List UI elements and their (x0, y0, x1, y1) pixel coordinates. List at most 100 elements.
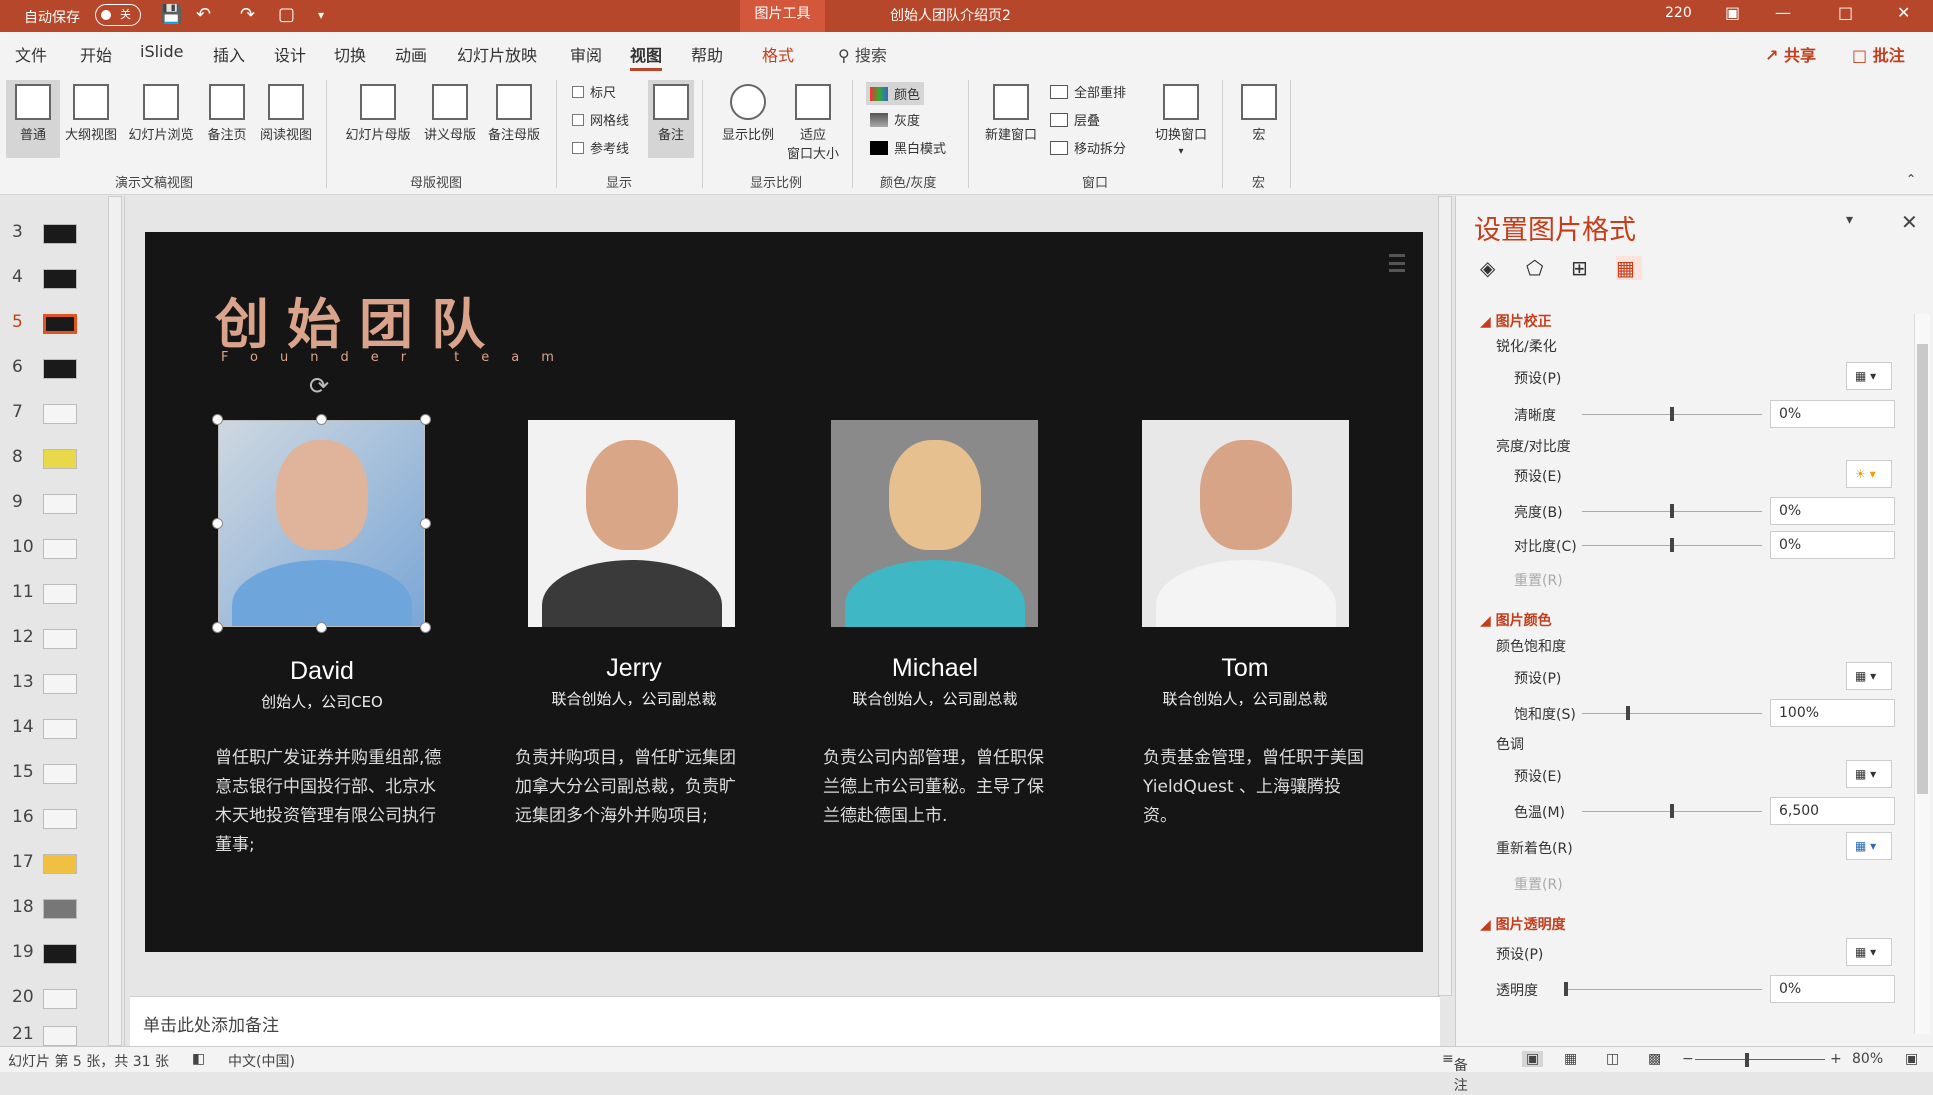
tab-insert[interactable]: 插入 (213, 42, 245, 66)
notes-master-button[interactable]: 备注母版 (482, 80, 546, 158)
pane-options-icon[interactable]: ▾ (1846, 212, 1853, 228)
tab-animations[interactable]: 动画 (395, 42, 427, 66)
zoom-button[interactable]: 显示比例 (714, 80, 782, 158)
transparency-input[interactable]: 0% (1770, 975, 1895, 1003)
brightness-preset-dropdown[interactable]: ☀ ▾ (1846, 460, 1892, 488)
slider-knob[interactable] (1564, 982, 1568, 996)
resize-handle[interactable] (316, 622, 327, 633)
reading-view-icon[interactable]: ◫ (1606, 1051, 1619, 1067)
comments-button[interactable]: □ 批注 (1852, 42, 1905, 66)
grayscale-button[interactable]: 灰度 (870, 110, 920, 129)
guides-checkbox[interactable]: 参考线 (572, 138, 629, 157)
scroll-thumb[interactable] (1917, 344, 1928, 794)
slide-canvas[interactable]: 创始团队 Founder team ⟳ David 创始人，公司CEO 曾任职广… (145, 232, 1423, 952)
minimize-icon[interactable]: — (1775, 3, 1791, 22)
thumbnail-item[interactable]: 6 (0, 347, 110, 387)
person-description[interactable]: 负责并购项目，曾任旷远集团加拿大分公司副总裁，负责旷远集团多个海外并购项目; (515, 744, 745, 831)
zoom-slider-knob[interactable] (1745, 1053, 1749, 1067)
notes-status-button[interactable]: ≡ 备注 (1442, 1051, 1468, 1094)
thumbnail-item[interactable]: 3 (0, 212, 110, 252)
thumbnail-item-current[interactable]: 5 (0, 302, 110, 342)
saturation-input[interactable]: 100% (1770, 699, 1895, 727)
autosave-toggle[interactable]: 关 (95, 4, 141, 26)
resize-handle[interactable] (212, 414, 223, 425)
thumbnail-item[interactable]: 4 (0, 257, 110, 297)
temperature-input[interactable]: 6,500 (1770, 797, 1895, 825)
cascade-button[interactable]: 层叠 (1050, 110, 1100, 129)
transparency-preset-dropdown[interactable]: ▦ ▾ (1846, 938, 1892, 966)
slider-knob[interactable] (1670, 538, 1674, 552)
slider-knob[interactable] (1670, 504, 1674, 518)
thumbnail-item[interactable]: 11 (0, 572, 110, 612)
recolor-dropdown[interactable]: ▦ ▾ (1846, 832, 1892, 860)
thumbnail-item[interactable]: 7 (0, 392, 110, 432)
ruler-checkbox[interactable]: 标尺 (572, 82, 616, 101)
customize-qat-icon[interactable]: ▾ (318, 8, 324, 22)
contrast-input[interactable]: 0% (1770, 531, 1895, 559)
rotate-handle-icon[interactable]: ⟳ (309, 372, 329, 400)
reading-view-button[interactable]: 阅读视图 (254, 80, 318, 158)
normal-view-button[interactable]: 普通 (6, 80, 60, 158)
person-role[interactable]: 联合创始人，公司副总裁 (805, 688, 1065, 709)
clarity-input[interactable]: 0% (1770, 400, 1895, 428)
close-pane-icon[interactable]: ✕ (1901, 210, 1918, 234)
outline-view-button[interactable]: 大纲视图 (60, 80, 122, 158)
person-name[interactable]: Michael (805, 654, 1065, 683)
slide-master-button[interactable]: 幻灯片母版 (338, 80, 418, 158)
accessibility-icon[interactable]: ◧ (192, 1051, 205, 1067)
section-picture-corrections[interactable]: ◢ 图片校正 (1480, 311, 1552, 331)
slideshow-icon[interactable]: ▩ (1648, 1051, 1661, 1067)
tone-preset-dropdown[interactable]: ▦ ▾ (1846, 760, 1892, 788)
redo-icon[interactable]: ↷ (240, 4, 255, 25)
switch-window-button[interactable]: 切换窗口 ▾ (1148, 80, 1214, 172)
close-icon[interactable]: ✕ (1897, 3, 1910, 22)
language-indicator[interactable]: 中文(中国) (228, 1051, 295, 1071)
temperature-slider[interactable] (1582, 804, 1762, 818)
normal-view-icon[interactable]: ▣ (1522, 1051, 1544, 1067)
person-role[interactable]: 创始人，公司CEO (192, 691, 452, 712)
thumbnail-item[interactable]: 21 (0, 1014, 110, 1046)
user-name[interactable]: 220 (1665, 5, 1692, 21)
tab-view[interactable]: 视图 (630, 42, 663, 71)
thumbnail-item[interactable]: 14 (0, 707, 110, 747)
thumbnail-scrollbar[interactable] (108, 196, 122, 1046)
color-button[interactable]: 颜色 (866, 82, 925, 105)
slider-knob[interactable] (1626, 706, 1630, 720)
undo-icon[interactable]: ↶ (196, 4, 211, 25)
gridlines-checkbox[interactable]: 网格线 (572, 110, 629, 129)
slide-sorter-icon[interactable]: ▦ (1564, 1051, 1577, 1067)
founder-photo-tom[interactable] (1142, 420, 1349, 627)
share-button[interactable]: ↗ 共享 (1765, 42, 1816, 66)
notes-pane[interactable]: 单击此处添加备注 (130, 996, 1440, 1046)
saturation-slider[interactable] (1582, 706, 1762, 720)
thumbnail-item[interactable]: 15 (0, 752, 110, 792)
transparency-slider[interactable] (1564, 982, 1762, 996)
section-picture-color[interactable]: ◢ 图片颜色 (1480, 610, 1552, 630)
tab-home[interactable]: 开始 (80, 42, 112, 66)
new-window-button[interactable]: 新建窗口 (978, 80, 1044, 158)
slide-subtitle[interactable]: Founder team (221, 350, 576, 365)
thumbnail-item[interactable]: 18 (0, 887, 110, 927)
reset-button[interactable]: 重置(R) (1514, 570, 1563, 590)
macros-button[interactable]: 宏 (1236, 80, 1282, 158)
person-name[interactable]: Jerry (504, 654, 764, 683)
notes-toggle-button[interactable]: 备注 (648, 80, 694, 158)
resize-handle[interactable] (316, 414, 327, 425)
thumbnail-item[interactable]: 10 (0, 527, 110, 567)
maximize-icon[interactable]: □ (1838, 3, 1853, 22)
person-role[interactable]: 联合创始人，公司副总裁 (1115, 688, 1375, 709)
person-description[interactable]: 负责公司内部管理，曾任职保兰德上市公司董秘。主导了保兰德赴德国上市. (823, 744, 1053, 831)
tab-format[interactable]: 格式 (762, 42, 794, 66)
notes-page-button[interactable]: 备注页 (200, 80, 254, 158)
slide-title[interactable]: 创始团队 (215, 280, 503, 359)
fill-line-icon[interactable]: ◈ (1480, 256, 1506, 280)
slide-sorter-button[interactable]: 幻灯片浏览 (122, 80, 200, 158)
zoom-in-icon[interactable]: + (1830, 1051, 1842, 1067)
zoom-slider[interactable] (1695, 1059, 1825, 1060)
resize-handle[interactable] (420, 518, 431, 529)
tab-help[interactable]: 帮助 (691, 42, 723, 66)
ribbon-display-icon[interactable]: ▣ (1725, 3, 1740, 22)
founder-photo-jerry[interactable] (528, 420, 735, 627)
fit-window-button[interactable]: 适应 窗口大小 (782, 80, 844, 172)
resize-handle[interactable] (212, 622, 223, 633)
